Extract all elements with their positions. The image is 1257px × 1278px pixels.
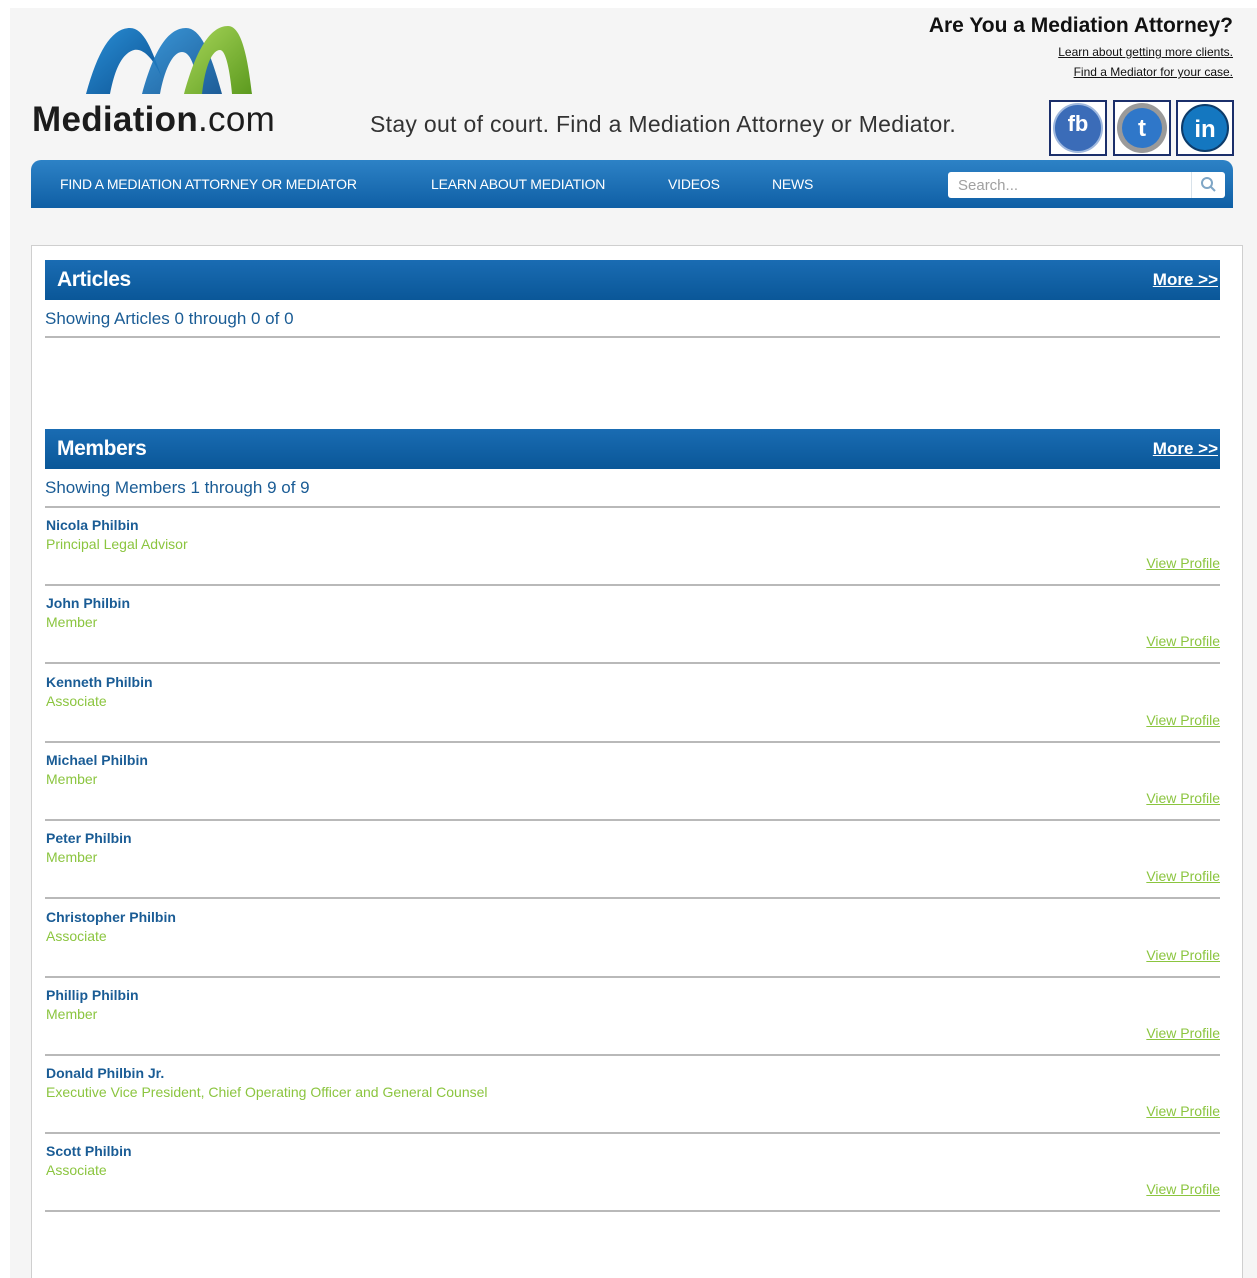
member-name[interactable]: Kenneth Philbin: [46, 674, 153, 690]
member-row: John Philbin Member View Profile: [45, 586, 1220, 665]
member-name[interactable]: Michael Philbin: [46, 752, 148, 768]
member-title: Executive Vice President, Chief Operatin…: [46, 1084, 488, 1101]
member-row: Christopher Philbin Associate View Profile: [45, 900, 1220, 978]
member-title: Member: [46, 849, 98, 866]
find-mediator-link[interactable]: Find a Mediator for your case.: [1074, 65, 1233, 79]
main-nav: FIND A MEDIATION ATTORNEY OR MEDIATOR LE…: [31, 160, 1233, 208]
members-title: Members: [57, 437, 147, 460]
members-header: Members More >>: [45, 429, 1220, 469]
members-count: Showing Members 1 through 9 of 9: [45, 478, 310, 497]
member-title: Member: [46, 1005, 98, 1022]
view-profile-link[interactable]: View Profile: [1146, 1025, 1220, 1041]
member-name[interactable]: Donald Philbin Jr.: [46, 1065, 164, 1081]
member-row: Scott Philbin Associate View Profile: [45, 1134, 1220, 1213]
member-row: Phillip Philbin Member View Profile: [45, 978, 1220, 1056]
twitter-icon: t: [1113, 100, 1171, 156]
member-title: Associate: [46, 1162, 107, 1179]
linkedin-icon: in: [1176, 100, 1234, 156]
member-row: Kenneth Philbin Associate View Profile: [45, 665, 1220, 743]
nav-videos[interactable]: VIDEOS: [668, 176, 720, 192]
nav-learn-mediation[interactable]: LEARN ABOUT MEDIATION: [431, 176, 605, 192]
articles-title: Articles: [57, 268, 131, 291]
member-name[interactable]: Christopher Philbin: [46, 909, 176, 925]
articles-header: Articles More >>: [45, 260, 1220, 300]
view-profile-link[interactable]: View Profile: [1146, 633, 1220, 649]
view-profile-link[interactable]: View Profile: [1146, 1181, 1220, 1197]
learn-more-clients-link[interactable]: Learn about getting more clients.: [1058, 45, 1233, 59]
facebook-button[interactable]: fb: [1049, 100, 1107, 156]
member-name[interactable]: Peter Philbin: [46, 830, 132, 846]
divider: [45, 336, 1220, 338]
search-button[interactable]: [1191, 172, 1225, 198]
member-title: Member: [46, 614, 98, 631]
twitter-button[interactable]: t: [1113, 100, 1171, 156]
member-row: Michael Philbin Member View Profile: [45, 743, 1220, 821]
logo-m-icon: [86, 26, 252, 94]
member-name[interactable]: Nicola Philbin: [46, 517, 139, 533]
logo-wordmark: Mediation.com: [32, 100, 276, 139]
nav-news[interactable]: NEWS: [772, 176, 813, 192]
linkedin-button[interactable]: in: [1176, 100, 1234, 156]
member-name[interactable]: Scott Philbin: [46, 1143, 132, 1159]
member-row: Peter Philbin Member View Profile: [45, 821, 1220, 900]
view-profile-link[interactable]: View Profile: [1146, 555, 1220, 571]
articles-more-link[interactable]: More >>: [1153, 270, 1218, 290]
view-profile-link[interactable]: View Profile: [1146, 712, 1220, 728]
member-row: Nicola Philbin Principal Legal Advisor Vie…: [45, 508, 1220, 586]
view-profile-link[interactable]: View Profile: [1146, 868, 1220, 884]
search-box: [948, 172, 1225, 198]
member-name[interactable]: Phillip Philbin: [46, 987, 139, 1003]
svg-text:in: in: [1194, 116, 1215, 143]
search-input[interactable]: [948, 172, 1190, 198]
member-title: Member: [46, 770, 98, 787]
search-icon: [1201, 177, 1216, 192]
members-more-link[interactable]: More >>: [1153, 439, 1218, 459]
facebook-icon: fb: [1049, 100, 1107, 156]
member-title: Associate: [46, 692, 107, 709]
promo-heading: Are You a Mediation Attorney?: [928, 14, 1233, 37]
view-profile-link[interactable]: View Profile: [1146, 790, 1220, 806]
tagline: Stay out of court. Find a Mediation Atto…: [370, 111, 957, 137]
svg-text:t: t: [1138, 115, 1146, 142]
member-row: Donald Philbin Jr. Executive Vice Preside…: [45, 1056, 1220, 1135]
main-content: Articles More >> Showing Articles 0 thro…: [31, 245, 1243, 1278]
site-logo[interactable]: Mediation.com: [32, 20, 322, 142]
divider: [45, 1210, 1220, 1213]
member-title: Associate: [46, 927, 107, 944]
view-profile-link[interactable]: View Profile: [1146, 947, 1220, 963]
svg-text:fb: fb: [1068, 111, 1089, 136]
member-name[interactable]: John Philbin: [46, 595, 130, 611]
view-profile-link[interactable]: View Profile: [1146, 1103, 1220, 1119]
articles-count: Showing Articles 0 through 0 of 0: [45, 309, 294, 328]
nav-find-mediator[interactable]: FIND A MEDIATION ATTORNEY OR MEDIATOR: [60, 176, 357, 192]
member-title: Principal Legal Advisor: [46, 536, 188, 552]
